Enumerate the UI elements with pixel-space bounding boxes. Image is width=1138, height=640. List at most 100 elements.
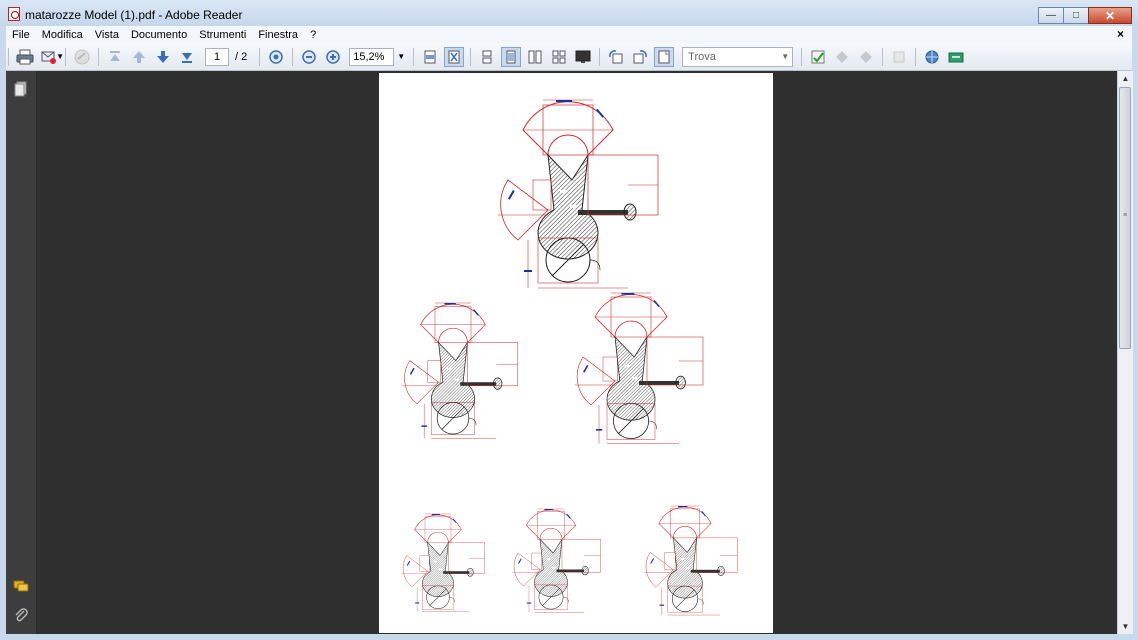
rotate-right-button[interactable] [630, 47, 650, 67]
toolbar: ▼ 1 / 2 15,2% ▼ Trova ▼ [6, 43, 1132, 71]
drawing-part-medium-left [402, 302, 519, 439]
zoom-level-input[interactable]: 15,2% [349, 47, 395, 66]
single-page-icon [482, 50, 492, 63]
toolbar-separator [292, 47, 294, 66]
print-icon [16, 49, 34, 64]
zoom-dropdown-icon[interactable]: ▼ [397, 52, 405, 61]
spell-check-button[interactable] [808, 47, 828, 67]
menu-modifica[interactable]: Modifica [36, 29, 89, 41]
toolbar-separator [801, 47, 803, 66]
reading-mode-button[interactable] [654, 46, 675, 67]
prev-page-icon [133, 50, 145, 63]
last-page-icon [182, 52, 192, 63]
navigation-panel [6, 71, 37, 634]
continuous-icon [506, 50, 516, 63]
menu-help[interactable]: ? [304, 29, 322, 41]
fit-page-button[interactable] [444, 46, 465, 67]
highlight-button[interactable] [856, 47, 876, 67]
next-page-button[interactable] [153, 47, 173, 67]
actual-size-icon [269, 49, 283, 64]
tools-button[interactable] [946, 47, 966, 67]
sign-button[interactable] [72, 47, 92, 67]
menu-finestra[interactable]: Finestra [252, 29, 304, 41]
toolbar-separator [65, 47, 66, 66]
document-view[interactable] [37, 71, 1117, 634]
drawing-part-medium-right [574, 292, 704, 444]
vertical-scrollbar[interactable]: ▲ ≡ ▼ [1117, 71, 1133, 634]
attach-button[interactable] [889, 47, 909, 67]
two-page-icon [528, 50, 542, 63]
fit-width-button[interactable] [420, 47, 440, 67]
technical-drawing [401, 99, 738, 616]
page-number-input[interactable]: 1 [205, 47, 229, 66]
window-controls: — □ ✕ [1038, 7, 1132, 24]
maximize-button[interactable]: □ [1063, 7, 1089, 24]
two-page-button[interactable] [525, 47, 545, 67]
pdf-page[interactable] [379, 73, 773, 633]
rotate-left-button[interactable] [606, 47, 626, 67]
document-close-icon[interactable]: × [1117, 27, 1124, 41]
last-page-button[interactable] [177, 47, 197, 67]
toolbar-separator [470, 47, 472, 66]
first-page-icon [110, 50, 120, 61]
zoom-out-icon [302, 49, 316, 64]
attachments-panel-icon[interactable] [13, 607, 29, 623]
continuous-button[interactable] [501, 46, 522, 67]
web-icon [925, 50, 939, 63]
drawing-part-small-2 [512, 508, 601, 613]
full-screen-icon [575, 50, 591, 63]
rotate-right-icon [633, 49, 648, 63]
reading-mode-icon [658, 50, 670, 63]
find-placeholder: Trova [688, 50, 716, 63]
toolbar-separator [599, 47, 601, 66]
toolbar-separator [413, 47, 415, 66]
minimize-button[interactable]: — [1038, 7, 1064, 24]
menu-file[interactable]: File [6, 29, 36, 41]
comments-panel-icon[interactable] [13, 578, 29, 594]
window-title: matarozze Model (1).pdf - Adobe Reader [25, 8, 243, 22]
actual-size-button[interactable] [266, 47, 286, 67]
pdf-app-icon [8, 7, 20, 21]
prev-page-button[interactable] [129, 47, 149, 67]
comment-icon [836, 50, 849, 63]
scroll-up-icon[interactable]: ▲ [1118, 71, 1133, 86]
menu-documento[interactable]: Documento [125, 29, 193, 41]
drawing-part-small-1 [401, 513, 486, 613]
find-dropdown-icon[interactable]: ▼ [781, 48, 789, 66]
window-bottom-border [0, 634, 1138, 640]
grip-icon: ≡ [1123, 212, 1128, 219]
page-total-label: / 2 [235, 50, 248, 63]
menu-strumenti[interactable]: Strumenti [193, 29, 252, 41]
zoom-out-button[interactable] [299, 47, 319, 67]
spell-icon [811, 50, 825, 63]
scrollbar-thumb[interactable]: ≡ [1119, 87, 1131, 349]
drawing-part-large [497, 99, 659, 289]
sign-icon [74, 49, 90, 64]
attach-icon [893, 51, 905, 62]
menu-bar: File Modifica Vista Documento Strumenti … [6, 26, 1132, 43]
first-page-button[interactable] [105, 47, 125, 67]
pages-panel-icon[interactable] [13, 81, 29, 97]
toolbar-separator [98, 47, 99, 66]
toolbar-separator [882, 47, 884, 66]
fit-width-icon [424, 50, 436, 63]
toolbar-separator [915, 47, 917, 66]
scroll-down-icon[interactable]: ▼ [1118, 619, 1133, 634]
close-button[interactable]: ✕ [1088, 7, 1132, 24]
find-input[interactable]: Trova ▼ [682, 46, 794, 67]
comment-button[interactable] [832, 47, 852, 67]
full-screen-button[interactable] [573, 47, 593, 67]
zoom-in-icon [326, 49, 340, 64]
two-continuous-icon [552, 50, 566, 63]
menu-vista[interactable]: Vista [89, 29, 125, 41]
print-button[interactable] [15, 47, 35, 67]
web-button[interactable] [922, 47, 942, 67]
highlight-icon [860, 50, 873, 63]
two-continuous-button[interactable] [549, 47, 569, 67]
email-button[interactable]: ▼ [39, 47, 64, 67]
title-bar: matarozze Model (1).pdf - Adobe Reader —… [0, 0, 1138, 26]
tools-icon [948, 52, 964, 62]
single-page-button[interactable] [477, 47, 497, 67]
rotate-left-icon [609, 49, 623, 63]
zoom-in-button[interactable] [323, 47, 343, 67]
